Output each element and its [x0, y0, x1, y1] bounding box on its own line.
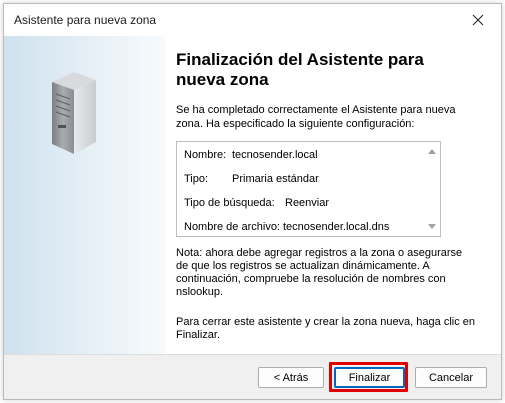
close-icon: [472, 14, 484, 26]
summary-row-nombre: Nombre: tecnosender.local: [184, 149, 318, 161]
summary-scrollbar[interactable]: [424, 142, 440, 236]
configuration-summary-box[interactable]: Nombre: tecnosender.local Tipo: Primaria…: [176, 141, 441, 237]
note-text: Nota: ahora debe agregar registros a la …: [176, 247, 463, 298]
wizard-side-panel: [4, 36, 165, 354]
close-button[interactable]: [455, 4, 501, 36]
scroll-up-arrow-icon[interactable]: [428, 149, 436, 154]
summary-label: Tipo de búsqueda:: [184, 197, 275, 209]
summary-label: Nombre de archivo:: [184, 221, 280, 233]
cancel-button[interactable]: Cancelar: [415, 367, 487, 388]
summary-value: tecnosender.local.dns: [283, 221, 390, 233]
summary-value: tecnosender.local: [232, 149, 318, 161]
server-icon: [52, 72, 96, 154]
summary-row-tipo: Tipo: Primaria estándar: [184, 173, 319, 185]
summary-row-archivo: Nombre de archivo: tecnosender.local.dns: [184, 221, 389, 233]
title-bar: Asistente para nueva zona: [4, 4, 501, 36]
back-button[interactable]: < Atrás: [258, 367, 324, 388]
footer-separator: [4, 354, 501, 355]
closing-text: Para cerrar este asistente y crear la zo…: [176, 316, 475, 341]
summary-row-tipo-busqueda: Tipo de búsqueda: Reenviar: [184, 197, 329, 209]
summary-value: Reenviar: [285, 197, 330, 209]
window-title: Asistente para nueva zona: [14, 13, 157, 27]
summary-value: Primaria estándar: [232, 173, 319, 185]
finish-button-highlight: [329, 362, 408, 392]
summary-label: Nombre:: [184, 149, 227, 161]
page-title: Finalización del Asistente para nueva zo…: [176, 50, 424, 89]
wizard-dialog: Asistente para nueva zona Finalización d…: [3, 3, 502, 400]
wizard-content: Finalización del Asistente para nueva zo…: [4, 36, 501, 354]
scroll-down-arrow-icon[interactable]: [428, 224, 436, 229]
intro-text: Se ha completado correctamente el Asiste…: [176, 104, 456, 130]
summary-label: Tipo:: [184, 173, 209, 185]
